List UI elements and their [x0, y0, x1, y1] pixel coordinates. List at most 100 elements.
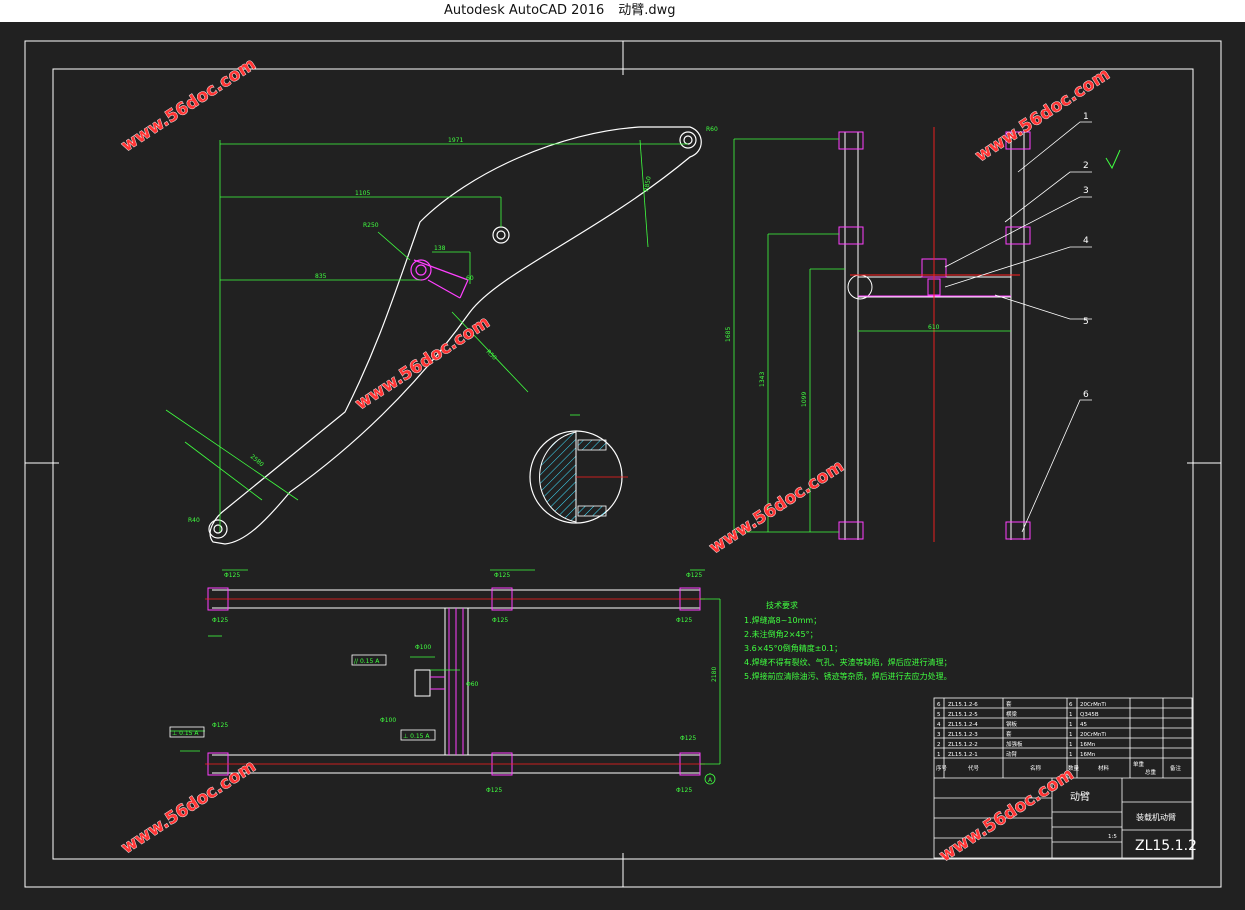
- header-cell: 单重: [1133, 760, 1145, 768]
- tech-note-line: 5.焊接前应清除油污、锈迹等杂质，焊后进行去应力处理。: [744, 671, 952, 681]
- side-dimensions: [165, 139, 688, 532]
- plan-part-outlines: [207, 587, 701, 776]
- row-material: 16Mn: [1080, 742, 1096, 748]
- dim-label: 1343: [759, 372, 766, 387]
- tech-notes-title: 技术要求: [766, 600, 798, 610]
- dim-label: Φ125: [676, 617, 692, 624]
- plan-dimension-labels: Φ125 Φ125 Φ125 Φ125 Φ125 Φ125 Φ125 Φ125 …: [212, 572, 718, 794]
- tolerance-frame-labels: // 0.15 A ⊥ 0.15 A ⊥ 0.15 A: [172, 658, 430, 740]
- row-name: 套: [1006, 700, 1012, 708]
- dim-label: 1685: [725, 327, 732, 342]
- dim-label: Φ100: [415, 644, 431, 651]
- watermark-text: www.56doc.com: [972, 64, 1114, 166]
- row-no: 6: [937, 702, 941, 708]
- boom-bracket: [410, 259, 469, 299]
- row-name: 横梁: [1006, 710, 1018, 718]
- dim-label: Φ125: [212, 722, 228, 729]
- tolerance-label: ⊥ 0.15 A: [403, 733, 430, 740]
- row-code: ZL15.1.2-1: [948, 752, 978, 758]
- boom-front-view[interactable]: [844, 132, 1025, 540]
- balloons: [944, 121, 1092, 533]
- row-material: 20CrMnTi: [1080, 702, 1107, 708]
- row-material: 20CrMnTi: [1080, 732, 1107, 738]
- row-material: Q345B: [1080, 712, 1099, 718]
- header-cell: 总重: [1145, 768, 1157, 776]
- row-code: ZL15.1.2-5: [948, 712, 978, 718]
- dim-label: Φ125: [212, 617, 228, 624]
- drawing-canvas[interactable]: 1971 1105 835 R250 138 60 R850 R60 R40 R…: [0, 22, 1245, 910]
- row-code: ZL15.1.2-2: [948, 742, 978, 748]
- drawing-number: ZL15.1.2: [1135, 838, 1197, 854]
- datum-label: A: [708, 777, 713, 784]
- part-name: 动臂: [1070, 790, 1090, 803]
- drawing-border: [24, 40, 1222, 888]
- row-qty: 1: [1069, 712, 1073, 718]
- dim-label: 2580: [249, 453, 265, 468]
- dim-label: 60: [466, 275, 474, 282]
- dim-label: R50: [485, 348, 498, 361]
- balloon-label: 6: [1083, 390, 1089, 400]
- dim-label: 1099: [801, 392, 808, 407]
- row-qty: 6: [1069, 702, 1073, 708]
- dim-label: Φ125: [224, 572, 240, 579]
- dim-label: 1971: [448, 137, 463, 144]
- row-name: 钢板: [1006, 720, 1018, 728]
- dim-label: Φ125: [492, 617, 508, 624]
- dim-label: Φ125: [676, 787, 692, 794]
- row-qty: 1: [1069, 752, 1073, 758]
- school-name: 装载机动臂: [1136, 812, 1176, 822]
- dim-label: Φ100: [380, 717, 396, 724]
- dim-label: 138: [434, 245, 446, 252]
- dim-label: R250: [363, 222, 379, 229]
- section-detail[interactable]: [529, 414, 628, 524]
- header-cell: 名称: [1030, 764, 1042, 772]
- tech-note-line: 1.焊缝高8~10mm；: [744, 615, 821, 625]
- front-dimensions: [733, 138, 1011, 533]
- balloon-label: 1: [1083, 112, 1089, 122]
- dim-label: R850: [643, 176, 653, 193]
- row-qty: 1: [1069, 742, 1073, 748]
- row-qty: 1: [1069, 732, 1073, 738]
- datum-symbol: A: [704, 773, 716, 785]
- dim-label: 610: [928, 324, 940, 331]
- plan-centerlines: [205, 598, 705, 765]
- row-name: 加强板: [1006, 740, 1023, 748]
- file-name: 动臂.dwg: [618, 3, 676, 18]
- drawing-scale: 1:5: [1108, 834, 1117, 840]
- dim-label: Φ125: [494, 572, 510, 579]
- row-name: 套: [1006, 730, 1012, 738]
- tolerance-label: // 0.15 A: [354, 658, 380, 665]
- row-material: 45: [1080, 722, 1087, 728]
- dim-label: Φ125: [686, 572, 702, 579]
- watermark-text: www.56doc.com: [118, 54, 260, 156]
- header-cell: 备注: [1170, 764, 1182, 772]
- app-title: Autodesk AutoCAD 2016: [444, 3, 605, 18]
- balloon-label: 2: [1083, 161, 1089, 171]
- row-code: ZL15.1.2-3: [948, 732, 978, 738]
- tolerance-label: ⊥ 0.15 A: [172, 730, 199, 737]
- header-cell: 代号: [968, 764, 980, 772]
- dim-label: Φ125: [680, 735, 696, 742]
- watermark-text: www.56doc.com: [706, 456, 848, 558]
- row-code: ZL15.1.2-6: [948, 702, 978, 708]
- tech-note-line: 2.未注倒角2×45°；: [744, 629, 818, 639]
- watermark-text: www.56doc.com: [936, 764, 1078, 866]
- row-code: ZL15.1.2-4: [948, 722, 978, 728]
- watermark-text: www.56doc.com: [352, 312, 494, 414]
- row-qty: 1: [1069, 722, 1073, 728]
- dim-label: 835: [315, 273, 327, 280]
- row-no: 1: [937, 752, 941, 758]
- dim-label: R40: [188, 517, 200, 524]
- dim-label: R60: [706, 126, 718, 133]
- row-material: 16Mn: [1080, 752, 1096, 758]
- row-name: 动臂: [1006, 750, 1018, 758]
- tolerance-frames: [169, 654, 436, 741]
- window-titlebar: Autodesk AutoCAD 2016 动臂.dwg: [0, 0, 1245, 22]
- tech-note-line: 4.焊缝不得有裂纹、气孔、夹渣等缺陷，焊后应进行清理；: [744, 657, 952, 667]
- dim-label: Φ60: [466, 681, 479, 688]
- tech-notes: 技术要求 1.焊缝高8~10mm； 2.未注倒角2×45°； 3.6×45°0倒…: [744, 600, 952, 681]
- balloon-label: 5: [1083, 317, 1089, 327]
- roughness-symbol: [1105, 149, 1121, 170]
- row-no: 5: [937, 712, 941, 718]
- balloon-label: 4: [1083, 236, 1089, 246]
